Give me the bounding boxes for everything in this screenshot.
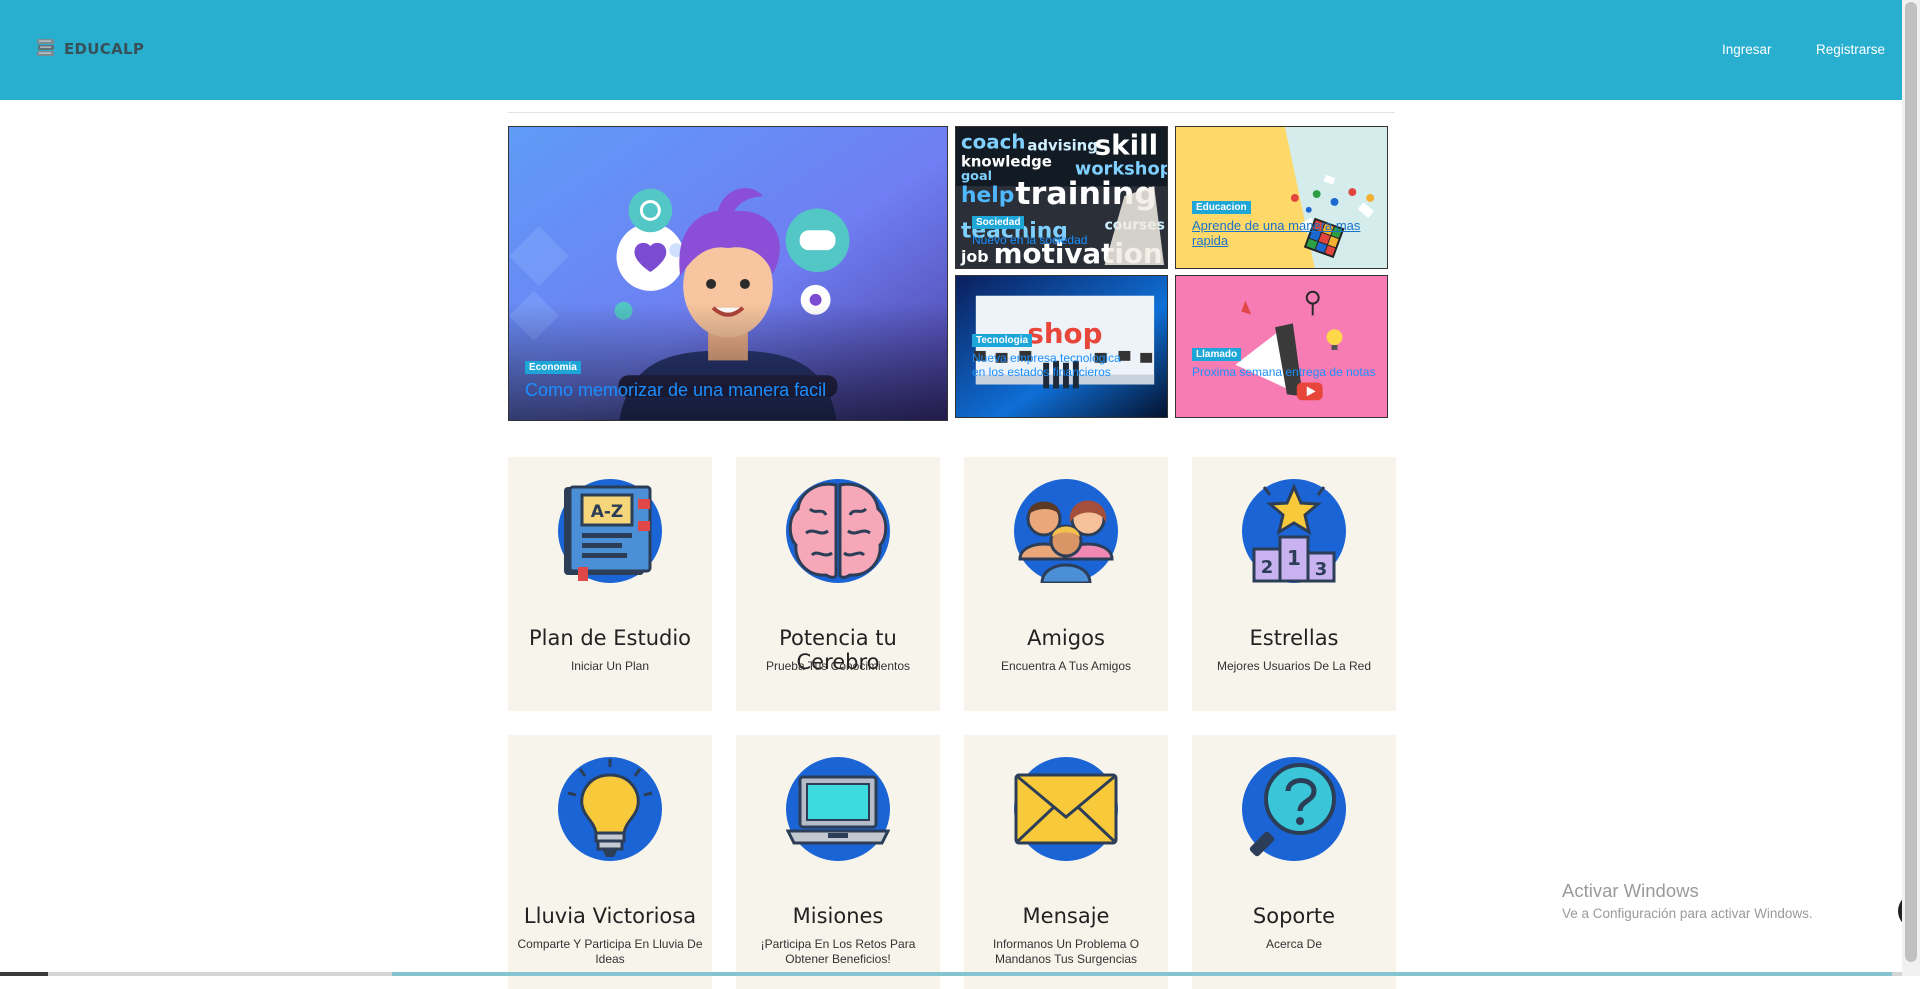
card-subtitle[interactable]: Iniciar Un Plan: [514, 659, 706, 674]
featured-main-title[interactable]: Como memorizar de una manera facil: [525, 380, 826, 400]
svg-text:help: help: [961, 183, 1014, 208]
card-subtitle[interactable]: Comparte Y Participa En Lluvia De Ideas: [514, 937, 706, 967]
windows-activation-watermark: Activar Windows Ve a Configuración para …: [1562, 880, 1813, 921]
watermark-title: Activar Windows: [1562, 880, 1699, 901]
brand-logo[interactable]: EDUCALP: [36, 37, 144, 61]
card-subtitle[interactable]: Encuentra A Tus Amigos: [970, 659, 1162, 674]
card-soporte[interactable]: Soporte Acerca De: [1192, 735, 1396, 989]
featured-educacion-title[interactable]: Aprende de una manera mas rapida: [1192, 218, 1362, 248]
card-subtitle[interactable]: Acerca De: [1198, 937, 1390, 952]
card-lluvia-victoriosa[interactable]: Lluvia Victoriosa Comparte Y Participa E…: [508, 735, 712, 989]
category-tag[interactable]: Economia: [525, 361, 581, 374]
card-title: Soporte: [1252, 904, 1336, 928]
featured-post-llamado[interactable]: Llamado Proxima semana entrega de notas: [1175, 275, 1388, 418]
help-magnifier-icon: [1242, 757, 1346, 861]
svg-text:advising: advising: [1027, 138, 1098, 155]
svg-text:2: 2: [1261, 557, 1274, 578]
svg-text:1: 1: [1287, 546, 1301, 570]
brand-name: EDUCALP: [64, 40, 145, 58]
featured-educacion-caption: Educacion Aprende de una manera mas rapi…: [1192, 197, 1362, 248]
card-title: Estrellas: [1249, 626, 1339, 650]
friends-icon: [1014, 479, 1118, 583]
login-link[interactable]: Ingresar: [1722, 42, 1772, 57]
featured-post-sociedad[interactable]: coach advising skill knowledge workshop …: [955, 126, 1168, 269]
category-tag[interactable]: Educacion: [1192, 201, 1251, 214]
featured-main-caption: Economia Como memorizar de una manera fa…: [525, 357, 826, 400]
podium-star-icon: 1 2 3: [1242, 479, 1346, 583]
lightbulb-icon: [558, 757, 662, 861]
featured-tecnologia-caption: Tecnologia Nueva empresa tecnologica en …: [972, 330, 1122, 379]
svg-text:goal: goal: [961, 169, 992, 184]
svg-text:knowledge: knowledge: [961, 153, 1052, 170]
featured-llamado-title[interactable]: Proxima semana entrega de notas: [1192, 365, 1382, 379]
card-title: Lluvia Victoriosa: [523, 904, 697, 928]
svg-text:3: 3: [1315, 559, 1328, 580]
svg-text:coach: coach: [961, 131, 1026, 154]
card-amigos[interactable]: Amigos Encuentra A Tus Amigos: [964, 457, 1168, 711]
card-title: Amigos: [1027, 626, 1105, 650]
card-misiones[interactable]: Misiones ¡Participa En Los Retos Para Ob…: [736, 735, 940, 989]
vertical-scrollbar[interactable]: [1902, 0, 1920, 976]
card-estrellas[interactable]: 1 2 3 Estrellas Mejores Usuarios De La R…: [1192, 457, 1396, 711]
category-tag[interactable]: Sociedad: [972, 216, 1025, 229]
svg-text:job: job: [960, 247, 989, 266]
brain-icon: [786, 479, 890, 583]
bottom-taskbar-edge-accent: [392, 972, 1892, 976]
category-tag[interactable]: Tecnologia: [972, 334, 1033, 347]
card-subtitle[interactable]: Prueba Tus Conocimientos: [742, 659, 934, 674]
watermark-subtitle: Ve a Configuración para activar Windows.: [1562, 906, 1813, 921]
envelope-icon: [1014, 757, 1118, 861]
featured-tecnologia-title[interactable]: Nueva empresa tecnologica en los estados…: [972, 351, 1122, 379]
featured-post-educacion[interactable]: Educacion Aprende de una manera mas rapi…: [1175, 126, 1388, 269]
top-navbar: EDUCALP Ingresar Registrarse: [0, 0, 1902, 100]
category-tag[interactable]: Llamado: [1192, 348, 1242, 361]
featured-llamado-caption: Llamado Proxima semana entrega de notas: [1192, 344, 1382, 379]
featured-sociedad-caption: Sociedad Nuevo en la sociedad: [972, 212, 1087, 248]
svg-text:skill: skill: [1095, 129, 1158, 162]
featured-post-tecnologia[interactable]: shop Tecnologia Nueva empresa tecnologic…: [955, 275, 1168, 418]
featured-sociedad-title[interactable]: Nuevo en la sociedad: [972, 233, 1087, 248]
header-divider: [508, 112, 1395, 113]
card-subtitle[interactable]: Informanos Un Problema O Mandanos Tus Su…: [970, 937, 1162, 967]
card-plan-de-estudio[interactable]: A-Z Plan de Estudio Iniciar Un Plan: [508, 457, 712, 711]
svg-text:A-Z: A-Z: [591, 502, 624, 522]
books-stack-icon: [37, 39, 54, 56]
register-link[interactable]: Registrarse: [1816, 42, 1885, 57]
featured-main-post[interactable]: Economia Como memorizar de una manera fa…: [508, 126, 948, 421]
card-subtitle[interactable]: Mejores Usuarios De La Red: [1198, 659, 1390, 674]
card-subtitle[interactable]: ¡Participa En Los Retos Para Obtener Ben…: [742, 937, 934, 967]
bottom-taskbar-edge-dark: [0, 972, 48, 976]
scrollbar-thumb[interactable]: [1905, 2, 1917, 962]
dictionary-book-icon: A-Z: [558, 479, 662, 583]
card-title: Mensaje: [1022, 904, 1110, 928]
card-title: Misiones: [792, 904, 884, 928]
card-title: Plan de Estudio: [528, 626, 692, 650]
card-potencia-tu-cerebro[interactable]: Potencia tu Cerebro Prueba Tus Conocimie…: [736, 457, 940, 711]
card-mensaje[interactable]: Mensaje Informanos Un Problema O Mandano…: [964, 735, 1168, 989]
laptop-icon: [786, 757, 890, 861]
